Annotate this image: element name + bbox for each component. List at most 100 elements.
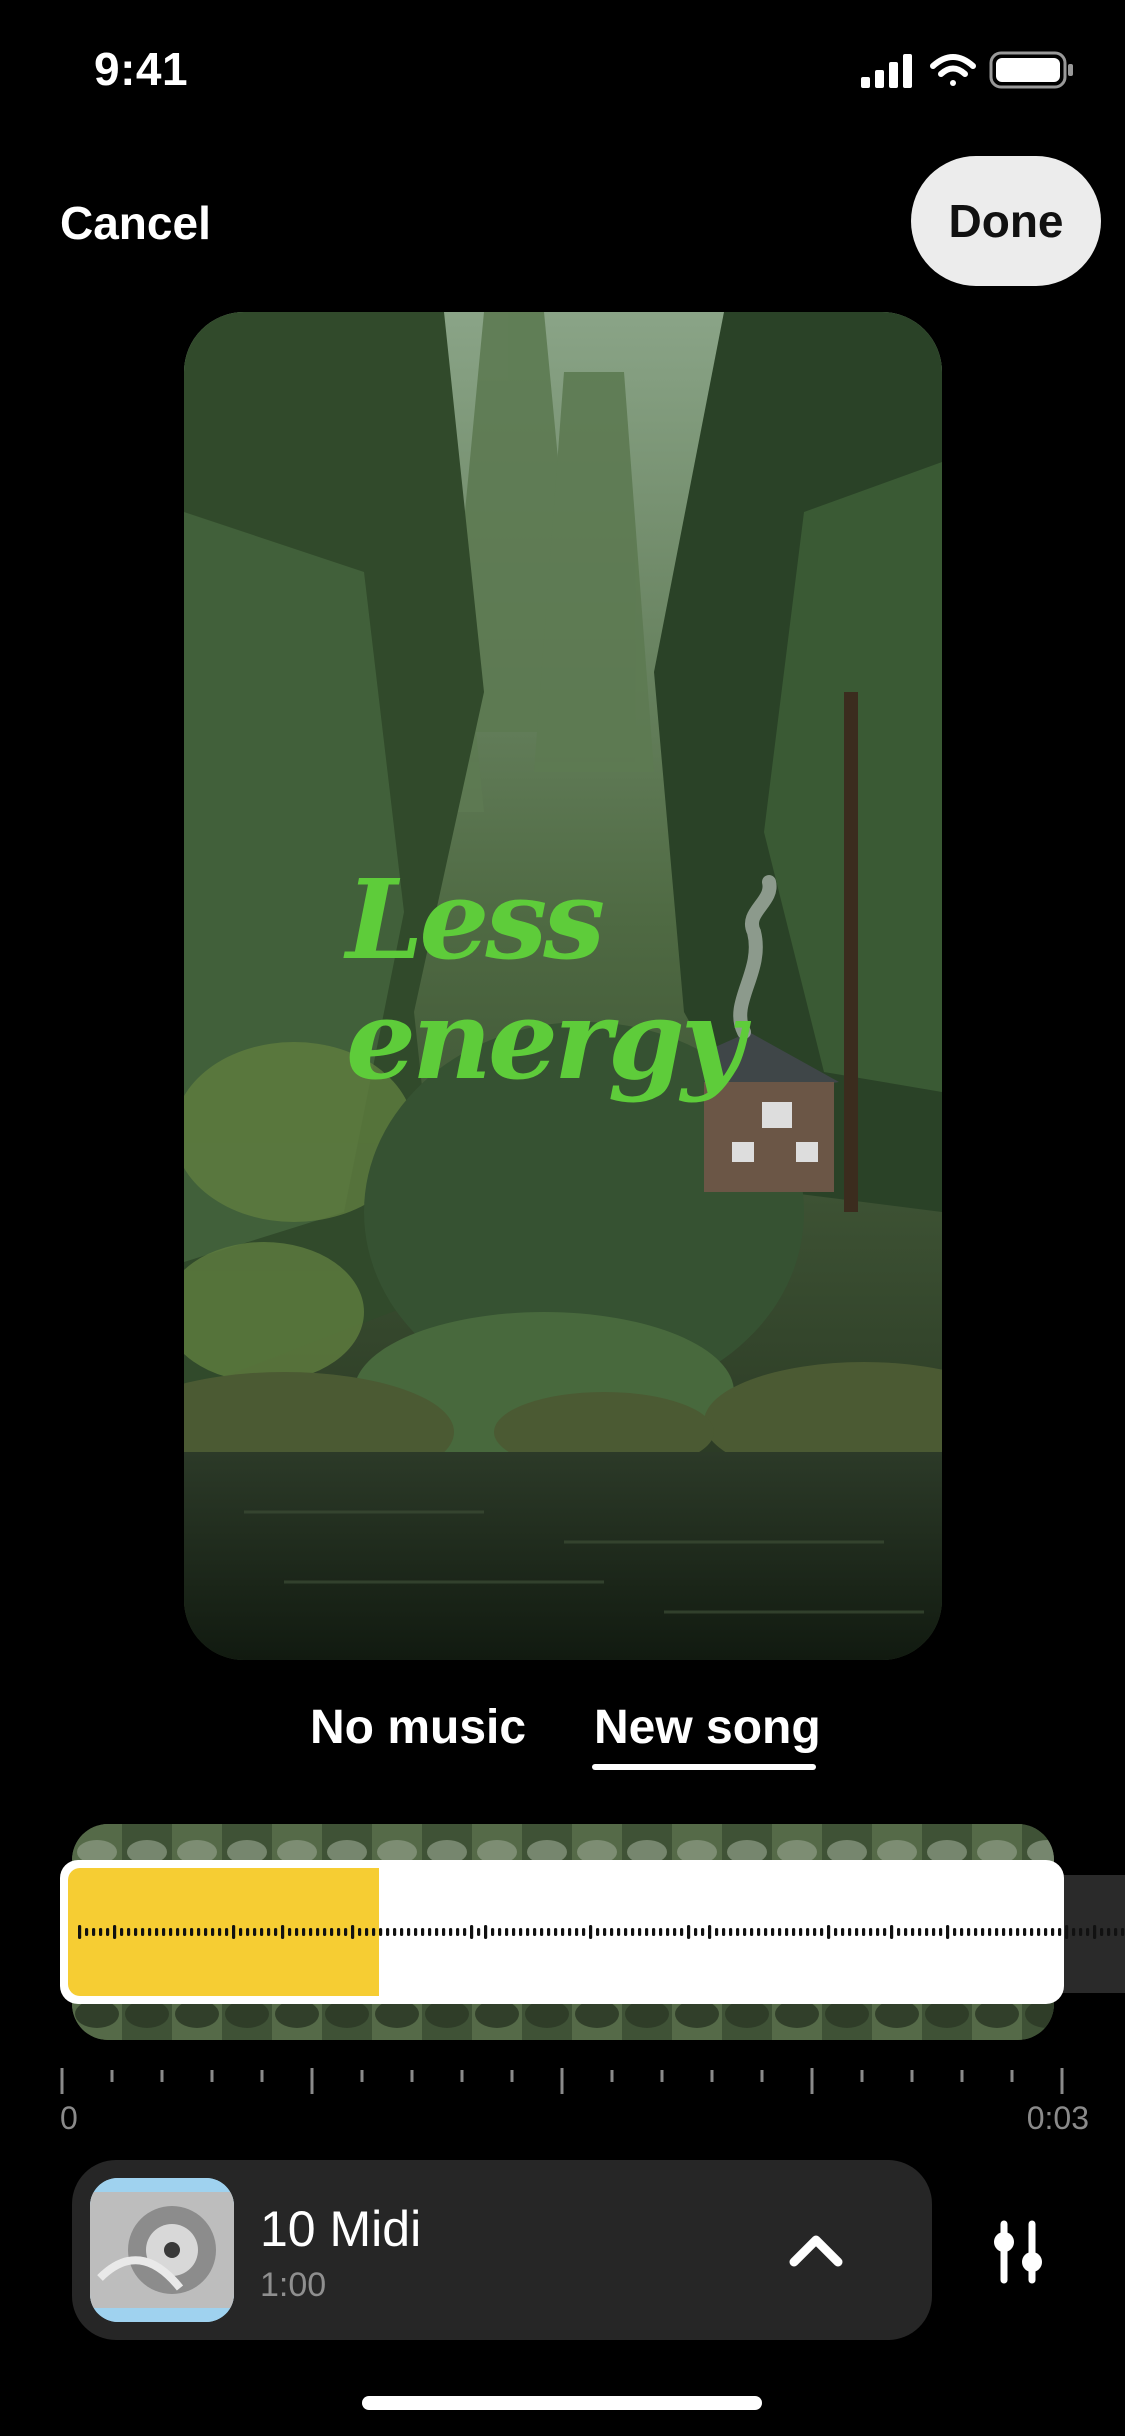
waveform-bar [862,1928,866,1936]
waveform-bar [953,1928,957,1936]
waveform-bar [239,1928,243,1936]
waveform-bar [1121,1928,1125,1936]
waveform-bar [771,1928,775,1936]
waveform-bar [232,1925,236,1939]
song-title: 10 Midi [260,2201,422,2257]
waveform-bar [442,1928,446,1936]
waveform-bar [624,1928,628,1936]
tab-no-music[interactable]: No music [310,1700,526,1755]
waveform-bar [358,1928,362,1936]
overlay-text-line1: Less [346,855,605,984]
waveform-bar [1044,1928,1048,1936]
waveform-bar [568,1928,572,1936]
waveform-bar [260,1928,264,1936]
sliders-icon[interactable] [988,2220,1060,2284]
waveform-bar [330,1928,334,1936]
waveform-bar [659,1928,663,1936]
done-button[interactable]: Done [911,156,1101,286]
waveform-bar [869,1928,873,1936]
waveform-bar [547,1928,551,1936]
waveform-bar [806,1928,810,1936]
waveform-bar [666,1928,670,1936]
waveform-bar [400,1928,404,1936]
waveform-bar [379,1928,383,1936]
waveform-bar [365,1928,369,1936]
waveform-bar [960,1928,964,1936]
waveform-bar [645,1928,649,1936]
waveform-bar [512,1928,516,1936]
waveform-bar [120,1928,124,1936]
waveform-bar [582,1928,586,1936]
waveform-bar [540,1928,544,1936]
wifi-icon [930,54,976,86]
waveform-bar [673,1928,677,1936]
waveform-bar [372,1928,376,1936]
waveform-bar [505,1928,509,1936]
waveform-bar [736,1928,740,1936]
waveform-bar [603,1928,607,1936]
status-icons [861,51,1073,89]
waveform-bar [554,1928,558,1936]
waveform-bar [484,1925,488,1939]
waveform-bar [1086,1928,1090,1936]
waveform-bar [876,1928,880,1936]
waveform-bar [596,1928,600,1936]
battery-icon [989,51,1073,89]
waveform-bar [904,1928,908,1936]
waveform-bar [533,1928,537,1936]
waveform-bar [134,1928,138,1936]
waveform-bar [939,1928,943,1936]
waveform-bar [750,1928,754,1936]
waveform-bar [428,1928,432,1936]
waveform-bar [414,1928,418,1936]
overlay-text[interactable]: Less energy [346,860,806,1100]
waveform-bar [1079,1928,1083,1936]
audio-waveform [78,1925,1125,1939]
waveform-bar [708,1925,712,1939]
waveform-bar [890,1925,894,1939]
cancel-button[interactable]: Cancel [60,196,211,250]
waveform-bar [169,1928,173,1936]
waveform-bar [155,1928,159,1936]
selected-song-card[interactable]: 10 Midi 1:00 [72,2160,932,2340]
waveform-bar [638,1928,642,1936]
waveform-bar [323,1928,327,1936]
waveform-bar [316,1928,320,1936]
waveform-bar [722,1928,726,1936]
waveform-bar [302,1928,306,1936]
waveform-bar [925,1928,929,1936]
waveform-bar [386,1928,390,1936]
waveform-bar [295,1928,299,1936]
waveform-bar [351,1925,355,1939]
waveform-bar [589,1925,593,1939]
waveform-bar [456,1928,460,1936]
waveform-bar [281,1925,285,1939]
story-preview[interactable]: Less energy [184,312,942,1660]
waveform-bar [981,1928,985,1936]
waveform-bar [1009,1928,1013,1936]
waveform-bar [1072,1928,1076,1936]
tab-new-song[interactable]: New song [594,1700,821,1755]
waveform-bar [932,1928,936,1936]
waveform-bar [106,1928,110,1936]
waveform-bar [918,1928,922,1936]
waveform-bar [197,1928,201,1936]
waveform-bar [652,1928,656,1936]
waveform-bar [1107,1928,1111,1936]
waveform-bar [911,1928,915,1936]
waveform-bar [113,1925,117,1939]
waveform-bar [680,1928,684,1936]
waveform-bar [253,1928,257,1936]
waveform-bar [1100,1928,1104,1936]
signal-icon [861,54,912,88]
waveform-bar [204,1928,208,1936]
waveform-bar [827,1925,831,1939]
waveform-bar [855,1928,859,1936]
waveform-bar [883,1928,887,1936]
timeline-end-label: 0:03 [1026,2100,1089,2136]
chevron-up-icon[interactable] [786,2220,846,2280]
time-ruler [60,2068,1064,2094]
waveform-bar [519,1928,523,1936]
waveform-bar [337,1928,341,1936]
music-mode-tabs: No music New song [0,1700,1125,1790]
